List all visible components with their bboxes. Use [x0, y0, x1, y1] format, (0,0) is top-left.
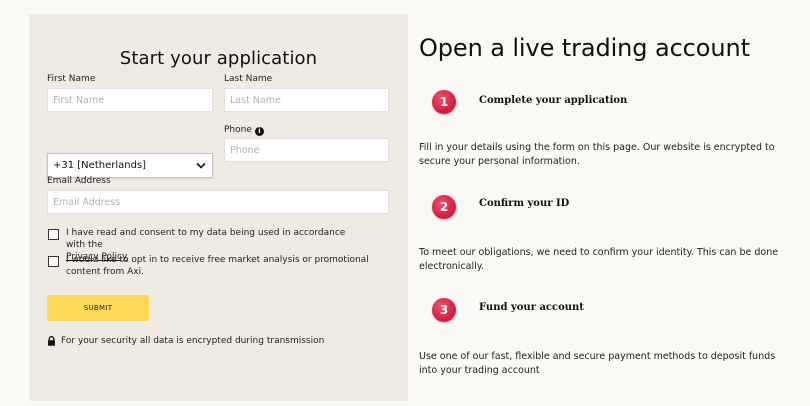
submit-button[interactable]: SUBMIT: [47, 295, 149, 321]
phone-label-text: Phone: [224, 125, 252, 135]
step-3-badge: 3: [432, 298, 456, 322]
country-code-value: +31 [Netherlands]: [53, 160, 147, 171]
country-code-select[interactable]: +31 [Netherlands]: [47, 153, 213, 178]
step-2-description: To meet our obligations, we need to conf…: [419, 247, 779, 272]
step-1-title: Complete your application: [479, 95, 628, 106]
consent-checkbox[interactable]: [48, 229, 59, 240]
form-title: Start your application: [119, 48, 318, 69]
first-name-label: First Name: [47, 74, 96, 84]
email-input[interactable]: [47, 190, 389, 214]
step-2-title: Confirm your ID: [479, 198, 570, 209]
application-form-panel: Start your application First Name Last N…: [29, 14, 408, 401]
optin-checkbox[interactable]: [48, 256, 59, 267]
step-3-title: Fund your account: [479, 302, 584, 313]
first-name-input[interactable]: [47, 88, 213, 112]
info-icon[interactable]: i: [254, 127, 264, 136]
consent-text: I have read and consent to my data being…: [66, 228, 346, 250]
step-3-description: Use one of our fast, flexible and secure…: [419, 351, 776, 376]
security-note: For your security all data is encrypted …: [47, 336, 324, 346]
step-2-badge: 2: [432, 195, 456, 219]
phone-input[interactable]: [224, 138, 389, 162]
optin-text: I would like to opt in to receive free m…: [66, 255, 369, 277]
lock-icon: [48, 336, 55, 346]
info-title: Open a live trading account: [419, 34, 750, 62]
step-1-description: Fill in your details using the form on t…: [419, 142, 775, 167]
last-name-label: Last Name: [224, 74, 273, 84]
step-1-badge: 1: [432, 90, 456, 114]
security-note-text: For your security all data is encrypted …: [61, 336, 325, 346]
email-label: Email Address: [47, 176, 111, 186]
chevron-down-icon: [196, 162, 206, 169]
phone-label: Phone i: [224, 125, 264, 136]
last-name-input[interactable]: [224, 88, 389, 112]
